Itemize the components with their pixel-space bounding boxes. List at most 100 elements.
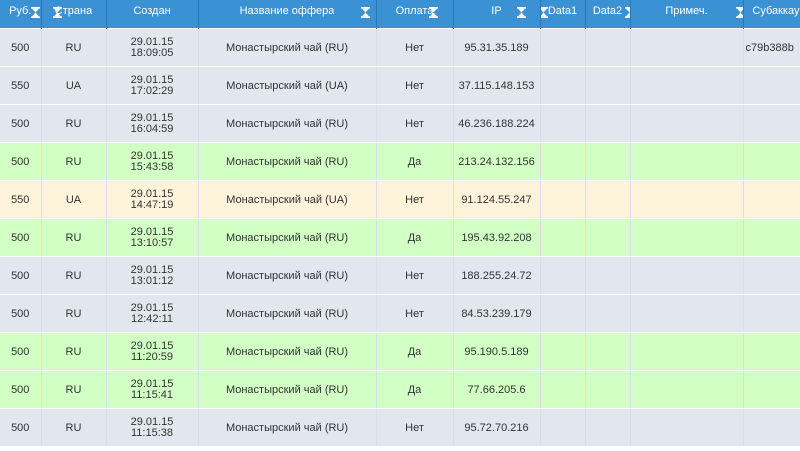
column-header-created[interactable]: Создан <box>106 0 199 29</box>
cell-time: 14:47:19 <box>130 198 174 211</box>
column-header-rub[interactable]: Руб. <box>0 0 42 29</box>
cell-data1 <box>540 256 586 295</box>
cell-time: 17:02:29 <box>130 84 174 97</box>
table-body: 500 RU 29.01.15 18:09:05 Монастырский чай (R… <box>0 28 800 447</box>
cell-subaccount <box>743 142 800 181</box>
cell-offer: Монастырский чай (UA) <box>198 66 377 105</box>
cell-created: 29.01.15 13:01:12 <box>106 256 199 295</box>
cell-time: 11:15:38 <box>130 426 173 439</box>
column-header-offer[interactable]: Название оффера <box>198 0 377 29</box>
cell-country: RU <box>41 408 107 447</box>
cell-time: 13:01:12 <box>130 274 174 287</box>
cell-created: 29.01.15 11:15:41 <box>106 370 199 409</box>
cell-date: 29.01.15 <box>130 149 174 162</box>
cell-time: 11:20:59 <box>130 350 173 363</box>
cell-date: 29.01.15 <box>130 301 174 314</box>
column-header-label: Субаккаунт <box>752 5 800 17</box>
cell-time: 18:09:05 <box>130 46 174 59</box>
cell-subaccount <box>743 104 800 143</box>
cell-data1 <box>540 218 586 257</box>
cell-rub: 500 <box>0 294 42 333</box>
cell-offer: Монастырский чай (RU) <box>198 28 377 67</box>
cell-paid: Нет <box>376 104 454 143</box>
cell-offer: Монастырский чай (RU) <box>198 218 377 257</box>
table-row[interactable]: 500 RU 29.01.15 12:42:11 Монастырский чай (R… <box>0 294 800 333</box>
sort-hourglass-icon[interactable] <box>31 7 40 18</box>
table-row[interactable]: 500 RU 29.01.15 13:10:57 Монастырский чай (R… <box>0 218 800 257</box>
cell-rub: 500 <box>0 28 42 67</box>
table-row[interactable]: 500 RU 29.01.15 11:15:38 Монастырский чай (R… <box>0 408 800 447</box>
cell-created: 29.01.15 18:09:05 <box>106 28 199 67</box>
column-header-paid[interactable]: Оплата <box>376 0 454 29</box>
cell-data1 <box>540 180 586 219</box>
cell-data2 <box>585 370 631 409</box>
column-header-note[interactable]: Примеч. <box>630 0 744 29</box>
column-header-label: IP <box>491 5 502 17</box>
cell-paid: Да <box>376 218 454 257</box>
table-row[interactable]: 500 RU 29.01.15 11:15:41 Монастырский чай (R… <box>0 370 800 409</box>
cell-subaccount <box>743 408 800 447</box>
leads-table: Руб. Страна Создан Название оффера Оплата IP D… <box>0 0 800 447</box>
column-header-label: Руб. <box>9 5 32 17</box>
cell-created: 29.01.15 17:02:29 <box>106 66 199 105</box>
table-row[interactable]: 500 RU 29.01.15 18:09:05 Монастырский чай (R… <box>0 28 800 67</box>
cell-rub: 500 <box>0 104 42 143</box>
cell-subaccount <box>743 180 800 219</box>
table-row[interactable]: 550 UA 29.01.15 14:47:19 Монастырский чай (U… <box>0 180 800 219</box>
column-header-ip[interactable]: IP <box>453 0 541 29</box>
cell-ip: 91.124.55.247 <box>453 180 541 219</box>
cell-data2 <box>585 66 631 105</box>
cell-data2 <box>585 408 631 447</box>
table-row[interactable]: 500 RU 29.01.15 13:01:12 Монастырский чай (R… <box>0 256 800 295</box>
cell-ip: 95.72.70.216 <box>453 408 541 447</box>
cell-date: 29.01.15 <box>130 35 174 48</box>
cell-ip: 46.236.188.224 <box>453 104 541 143</box>
cell-data1 <box>540 66 586 105</box>
cell-ip: 37.115.148.153 <box>453 66 541 105</box>
cell-paid: Да <box>376 332 454 371</box>
column-header-data2[interactable]: Data2 <box>585 0 631 29</box>
cell-data2 <box>585 332 631 371</box>
column-header-subaccount: Субаккаунт <box>743 0 800 29</box>
cell-note <box>630 142 744 181</box>
cell-paid: Нет <box>376 408 454 447</box>
cell-subaccount <box>743 332 800 371</box>
cell-offer: Монастырский чай (RU) <box>198 256 377 295</box>
column-header-country[interactable]: Страна <box>41 0 107 29</box>
cell-rub: 500 <box>0 256 42 295</box>
sort-hourglass-icon[interactable] <box>540 7 548 18</box>
cell-data1 <box>540 28 586 67</box>
sort-hourglass-icon[interactable] <box>360 7 370 18</box>
sort-hourglass-icon[interactable] <box>516 7 526 18</box>
sort-hourglass-icon[interactable] <box>52 7 62 18</box>
column-header-label: Data2 <box>592 5 623 17</box>
leads-grid: Руб. Страна Создан Название оффера Оплата IP D… <box>0 0 800 451</box>
cell-rub: 550 <box>0 66 42 105</box>
column-header-label: Название оффера <box>239 5 335 17</box>
cell-country: RU <box>41 104 107 143</box>
table-row[interactable]: 500 RU 29.01.15 15:43:58 Монастырский чай (R… <box>0 142 800 181</box>
cell-time: 11:15:41 <box>130 388 173 401</box>
cell-note <box>630 104 744 143</box>
cell-ip: 195.43.92.208 <box>453 218 541 257</box>
cell-offer: Монастырский чай (RU) <box>198 104 377 143</box>
column-header-label: Data1 <box>547 5 578 17</box>
column-header-label: Создан <box>133 5 171 17</box>
cell-country: RU <box>41 28 107 67</box>
cell-country: UA <box>41 180 107 219</box>
cell-country: RU <box>41 370 107 409</box>
table-row[interactable]: 500 RU 29.01.15 11:20:59 Монастырский чай (R… <box>0 332 800 371</box>
sort-hourglass-icon[interactable] <box>735 7 742 18</box>
cell-data2 <box>585 294 631 333</box>
cell-offer: Монастырский чай (UA) <box>198 180 377 219</box>
sort-hourglass-icon[interactable] <box>428 7 438 18</box>
column-header-data1[interactable]: Data1 <box>540 0 586 29</box>
table-row[interactable]: 550 UA 29.01.15 17:02:29 Монастырский чай (U… <box>0 66 800 105</box>
cell-created: 29.01.15 15:43:58 <box>106 142 199 181</box>
cell-data2 <box>585 104 631 143</box>
cell-country: RU <box>41 256 107 295</box>
cell-ip: 84.53.239.179 <box>453 294 541 333</box>
table-row[interactable]: 500 RU 29.01.15 16:04:59 Монастырский чай (R… <box>0 104 800 143</box>
cell-note <box>630 28 744 67</box>
cell-paid: Нет <box>376 294 454 333</box>
